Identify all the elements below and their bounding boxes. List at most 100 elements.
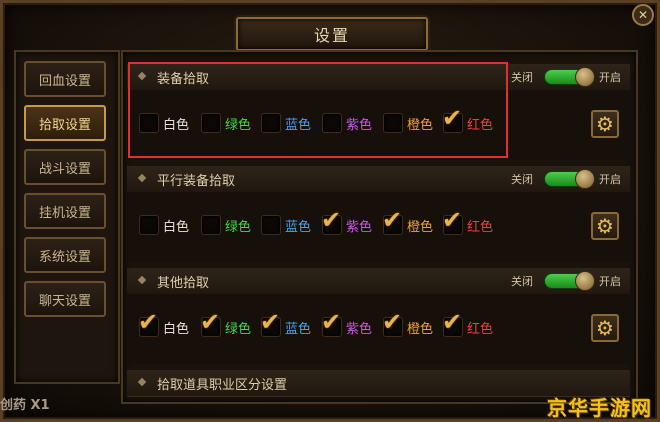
option-green[interactable]: 绿色 [201,112,251,134]
option-label: 橙色 [407,117,434,133]
option-label: 蓝色 [285,219,312,235]
checkmark-icon: ✔ [442,104,463,132]
checkbox-checked[interactable]: ✔ [382,208,403,235]
window-title: 设置 [236,17,428,51]
section-body-other-pickup: ✔ 白色 ✔ 绿色 ✔ 蓝色 ✔ 紫色 ✔ 橙色 ✔ 红色 ⚙ [127,294,630,364]
option-label: 蓝色 [285,321,312,337]
gear-icon[interactable]: ⚙ [591,110,619,138]
checkbox-checked[interactable]: ✔ [200,310,221,337]
section-title: 装备拾取 [157,72,210,87]
option-label: 白色 [163,219,190,235]
checkmark-icon: ✔ [442,308,463,336]
diamond-bullet-icon [137,173,147,183]
checkmark-icon: ✔ [442,206,463,234]
pickup-settings-panel: 装备拾取 关闭 开启 白色 绿色 蓝色 紫色 橙色 ✔ 红色 ⚙ 平行装备拾取 关… [121,50,638,404]
tab-combat-settings[interactable]: 战斗设置 [24,149,106,185]
toggle-knob[interactable] [575,271,595,291]
option-purple[interactable]: ✔ 紫色 [321,208,373,236]
toggle-knob[interactable] [575,169,595,189]
option-label: 橙色 [407,321,434,337]
equipment-pickup-toggle[interactable] [544,67,595,87]
checkbox-checked[interactable]: ✔ [442,106,463,133]
option-green[interactable]: ✔ 绿色 [200,310,252,338]
section-body-equipment-pickup: 白色 绿色 蓝色 紫色 橙色 ✔ 红色 ⚙ [127,90,630,160]
checkbox[interactable] [261,113,281,133]
option-blue[interactable]: ✔ 蓝色 [260,310,312,338]
option-red[interactable]: ✔ 红色 [442,208,494,236]
option-label: 红色 [467,219,494,235]
toggle-off-label: 关闭 [511,71,533,84]
checkbox-checked[interactable]: ✔ [442,208,463,235]
option-orange[interactable]: ✔ 橙色 [382,208,434,236]
option-label: 白色 [163,117,190,133]
option-label: 绿色 [225,117,252,133]
tab-system-settings[interactable]: 系统设置 [24,237,106,273]
option-label: 白色 [163,321,190,337]
option-label: 紫色 [346,321,373,337]
sidebar: 回血设置 拾取设置 战斗设置 挂机设置 系统设置 聊天设置 [14,50,120,384]
option-label: 绿色 [225,219,252,235]
checkbox[interactable] [139,113,159,133]
option-purple[interactable]: ✔ 紫色 [321,310,373,338]
diamond-bullet-icon [137,71,147,81]
checkbox-checked[interactable]: ✔ [442,310,463,337]
toggle-on-label: 开启 [599,173,621,186]
option-white[interactable]: 白色 [139,214,189,236]
checkbox[interactable] [201,215,221,235]
checkbox[interactable] [261,215,281,235]
tab-pickup-settings[interactable]: 拾取设置 [24,105,106,141]
option-red[interactable]: ✔ 红色 [442,106,494,134]
section-header-parallel-equipment-pickup: 平行装备拾取 关闭 开启 [127,166,630,193]
toggle-on-label: 开启 [599,275,621,288]
checkbox[interactable] [201,113,221,133]
option-label: 蓝色 [285,117,312,133]
checkbox-checked[interactable]: ✔ [321,310,342,337]
option-red[interactable]: ✔ 红色 [442,310,494,338]
other-pickup-toggle[interactable] [544,271,595,291]
toggle-off-label: 关闭 [511,173,533,186]
checkbox[interactable] [383,113,403,133]
close-icon[interactable]: ✕ [632,4,654,26]
option-label: 红色 [467,117,494,133]
option-green[interactable]: 绿色 [201,214,251,236]
checkmark-icon: ✔ [382,308,403,336]
option-white[interactable]: ✔ 白色 [138,310,190,338]
checkmark-icon: ✔ [138,308,159,336]
gear-icon[interactable]: ⚙ [591,314,619,342]
section-header-other-pickup: 其他拾取 关闭 开启 [127,268,630,295]
checkmark-icon: ✔ [321,206,342,234]
checkbox-checked[interactable]: ✔ [260,310,281,337]
section-title: 其他拾取 [157,276,210,291]
gear-icon[interactable]: ⚙ [591,212,619,240]
tab-idle-settings[interactable]: 挂机设置 [24,193,106,229]
option-label: 绿色 [225,321,252,337]
checkmark-icon: ✔ [321,308,342,336]
checkbox-checked[interactable]: ✔ [321,208,342,235]
section-title: 拾取道具职业区分设置 [157,378,288,393]
option-orange[interactable]: 橙色 [383,112,433,134]
option-blue[interactable]: 蓝色 [261,112,311,134]
tab-chat-settings[interactable]: 聊天设置 [24,281,106,317]
section-body-parallel-equipment-pickup: 白色 绿色 蓝色 ✔ 紫色 ✔ 橙色 ✔ 红色 ⚙ [127,192,630,262]
option-label: 紫色 [346,219,373,235]
parallel-equipment-pickup-toggle[interactable] [544,169,595,189]
tab-recovery-settings[interactable]: 回血设置 [24,61,106,97]
option-label: 紫色 [346,117,373,133]
option-label: 红色 [467,321,494,337]
toggle-knob[interactable] [575,67,595,87]
option-white[interactable]: 白色 [139,112,189,134]
checkbox[interactable] [139,215,159,235]
toggle-off-label: 关闭 [511,275,533,288]
option-label: 橙色 [407,219,434,235]
option-blue[interactable]: 蓝色 [261,214,311,236]
option-purple[interactable]: 紫色 [322,112,372,134]
checkmark-icon: ✔ [200,308,221,336]
section-title: 平行装备拾取 [157,174,236,189]
option-orange[interactable]: ✔ 橙色 [382,310,434,338]
diamond-bullet-icon [137,275,147,285]
checkmark-icon: ✔ [382,206,403,234]
item-caption: 创药 X1 [0,398,50,413]
checkbox-checked[interactable]: ✔ [138,310,159,337]
checkbox[interactable] [322,113,342,133]
checkbox-checked[interactable]: ✔ [382,310,403,337]
